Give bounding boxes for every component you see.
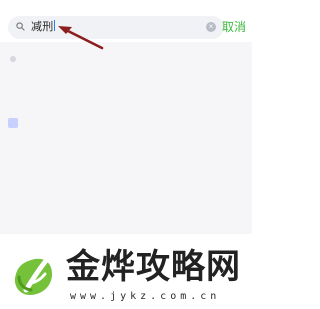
watermark: 金烨攻略网 www.jykz.com.cn: [0, 234, 252, 309]
search-input[interactable]: 减刑 ×: [8, 16, 224, 39]
red-arrow-icon: [58, 26, 104, 50]
search-header: 减刑 × 取消: [0, 0, 252, 42]
leaf-logo-icon: [14, 258, 52, 295]
cancel-button[interactable]: 取消: [222, 20, 246, 34]
search-query-value: 减刑: [31, 20, 54, 33]
app-screen: 减刑 × 取消 金烨攻略网 www.jykz.com.cn: [0, 0, 252, 309]
watermark-title: 金烨攻略网: [66, 247, 241, 287]
result-item[interactable]: [0, 78, 252, 106]
history-icon: [10, 56, 16, 62]
app-icon: [8, 118, 18, 128]
watermark-url: www.jykz.com.cn: [70, 291, 221, 302]
search-icon: [16, 22, 25, 31]
search-query-text[interactable]: 减刑: [31, 20, 56, 34]
clear-icon[interactable]: ×: [206, 22, 216, 32]
search-history-row[interactable]: [0, 48, 252, 72]
result-item[interactable]: [0, 110, 252, 138]
